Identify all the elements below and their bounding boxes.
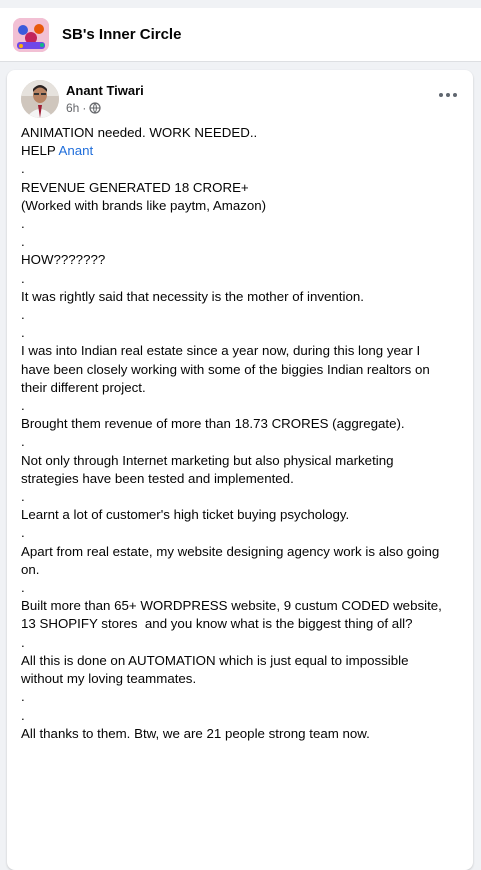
post-line-help: HELP Anant [21,143,94,159]
post-line: . [21,234,25,250]
post-line: . [21,634,25,650]
post-line: . [21,689,25,705]
post-line: . [21,161,25,177]
post-line: . [21,270,25,286]
post-line: . [21,325,25,341]
group-title[interactable]: SB's Inner Circle [62,26,181,43]
group-photo-icon[interactable] [13,18,49,52]
post-meta: 6h · [66,101,101,115]
post-line: Learnt a lot of customer's high ticket b… [21,507,350,523]
post-card: Anant Tiwari 6h · ANIMATION needed. WORK… [7,70,473,870]
post-line: . [21,398,25,414]
post-line: . [21,434,25,450]
post-line: I was into Indian real estate since a ye… [21,343,434,395]
post-line: . [21,307,25,323]
author-avatar[interactable] [21,80,59,118]
globe-icon [89,102,101,114]
more-options-icon[interactable] [437,88,459,102]
post-line: . [21,525,25,541]
post-line: Apart from real estate, my website desig… [21,543,444,577]
post-line: . [21,489,25,505]
post-line: . [21,707,25,723]
author-name[interactable]: Anant Tiwari [66,83,144,98]
mention-link[interactable]: Anant [58,143,93,158]
group-header: SB's Inner Circle [0,8,481,62]
post-line: HOW??????? [21,252,106,268]
post-text: ANIMATION needed. WORK NEEDED.. HELP Ana… [21,124,451,743]
post-line: Brought them revenue of more than 18.73 … [21,416,405,432]
post-line: . [21,216,25,232]
post-line: . [21,580,25,596]
post-line: (Worked with brands like paytm, Amazon) [21,197,267,213]
post-line: All this is done on AUTOMATION which is … [21,652,413,687]
post-line: All thanks to them. Btw, we are 21 peopl… [21,725,370,741]
post-line: Not only through Internet marketing but … [21,452,398,486]
post-line: It was rightly said that necessity is th… [21,288,364,304]
post-line: REVENUE GENERATED 18 CRORE+ [21,179,249,195]
post-time[interactable]: 6h [66,101,79,115]
post-line: ANIMATION needed. WORK NEEDED.. [21,125,258,140]
meta-separator: · [82,101,87,115]
post-line: Built more than 65+ WORDPRESS website, 9… [21,598,446,632]
